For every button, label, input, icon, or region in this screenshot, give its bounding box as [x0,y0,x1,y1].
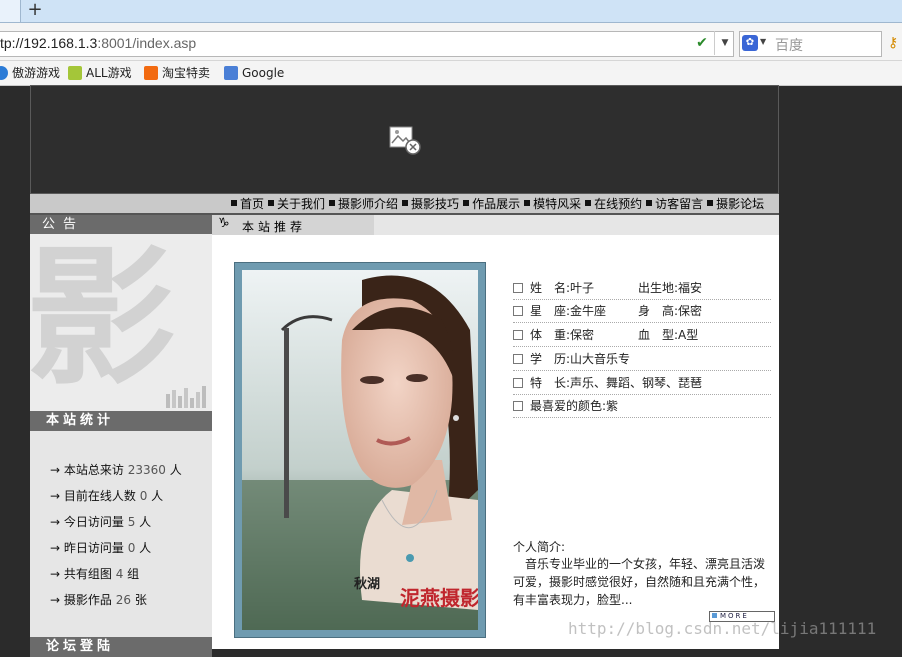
taobao-icon [144,66,158,80]
bookmark-game[interactable]: 傲游游戏 [0,64,60,82]
photo-brand: 泥燕摄影 [400,586,478,610]
notice-decoration: 影 [30,234,212,412]
bullet-box-icon [513,330,523,340]
android-icon [68,66,82,80]
notice-title: 公告 [42,217,85,232]
photo-caption: 秋湖 [354,576,380,592]
notice-header: 公告 [30,215,212,234]
go-icon[interactable]: ✔ [692,34,712,52]
chevron-down-icon: ▼ [760,37,767,46]
capricorn-icon: ♑ [218,216,230,231]
search-engine-selector[interactable]: ✿ ▼ [742,34,770,52]
decorative-character: 影 [30,234,177,406]
bullet-box-icon [513,306,523,316]
forum-login-title: 论坛登陆 [46,639,115,654]
menu-item-guestbook[interactable]: 访客留言 [646,197,703,211]
stat-online-users: → 目前在线人数 0 人 [50,489,164,503]
url-port: :8001 [97,35,133,51]
broken-image-icon [389,126,423,156]
profile-row: 学 历:山大音乐专 [513,349,771,371]
menu-item-tips[interactable]: 摄影技巧 [402,197,459,211]
bullet-box-icon [513,354,523,364]
stat-yesterday-visits: → 昨日访问量 0 人 [50,541,152,555]
baidu-paw-icon: ✿ [742,35,758,51]
bookmarks-bar [0,61,902,86]
profile-row: 特 长:声乐、舞蹈、钢琴、琵琶 [513,373,771,395]
bio-text: 音乐专业毕业的一个女孩，年轻、漂亮且活泼可爱，摄影时感觉很好，自然随和且充满个性… [513,557,766,607]
menu-items: 首页 关于我们 摄影师介绍 摄影技巧 作品展示 模特风采 在线预约 访客留言 摄影论坛 [231,195,768,212]
tab-bar [0,0,902,23]
bio-label: 个人简介: [513,540,566,554]
key-icon[interactable]: ⚷ [888,34,902,52]
bullet-square-icon [712,613,717,618]
maxthon-icon [0,66,8,80]
url-dropdown-icon[interactable]: ▼ [714,31,735,55]
stats-title: 本站统计 [46,413,115,428]
bullet-box-icon [513,283,523,293]
menu-item-home[interactable]: 首页 [231,197,264,211]
forum-login-header: 论坛登陆 [30,637,212,657]
google-icon [224,66,238,80]
film-strip-icon [166,386,206,408]
stat-photo-sets: → 共有组图 4 组 [50,567,140,581]
bullet-box-icon [513,401,523,411]
bullet-box-icon [513,378,523,388]
menu-item-about[interactable]: 关于我们 [268,197,325,211]
menu-item-works[interactable]: 作品展示 [463,197,520,211]
model-photo[interactable]: 秋湖 泥燕摄影 [242,270,480,630]
url-host: tp://192.168.1.3 [0,35,98,51]
menu-item-models[interactable]: 模特风采 [524,197,581,211]
profile-row: 体 重:保密血 型:A型 [513,325,771,347]
active-tab[interactable] [0,0,21,22]
search-placeholder[interactable]: 百度 [775,35,803,55]
stats-header: 本站统计 [30,411,212,431]
new-tab-button[interactable]: + [22,0,48,22]
stat-total-visits: → 本站总来访 23360 人 [50,463,182,477]
profile-row: 最喜爱的颜色:紫 [513,396,771,418]
menu-item-booking[interactable]: 在线预约 [585,197,642,211]
address-text[interactable]: tp://192.168.1.3:8001/index.asp [0,35,196,51]
bookmark-taobao[interactable]: 淘宝特卖 [144,64,210,82]
profile-row: 星 座:金牛座身 高:保密 [513,301,771,323]
menu-item-photographers[interactable]: 摄影师介绍 [329,197,398,211]
bookmark-google[interactable]: Google [224,64,284,82]
profile-row: 姓 名:叶子 出生地:福安 [513,278,771,300]
recommend-title: 本站推荐 [242,220,307,234]
stat-photo-works: → 摄影作品 26 张 [50,593,147,607]
stat-today-visits: → 今日访问量 5 人 [50,515,152,529]
url-path: /index.asp [132,35,197,51]
watermark: http://blog.csdn.net/lijia111111 [568,619,877,638]
bookmark-all-games[interactable]: ALL游戏 [68,64,132,82]
menu-item-forum[interactable]: 摄影论坛 [707,197,764,211]
